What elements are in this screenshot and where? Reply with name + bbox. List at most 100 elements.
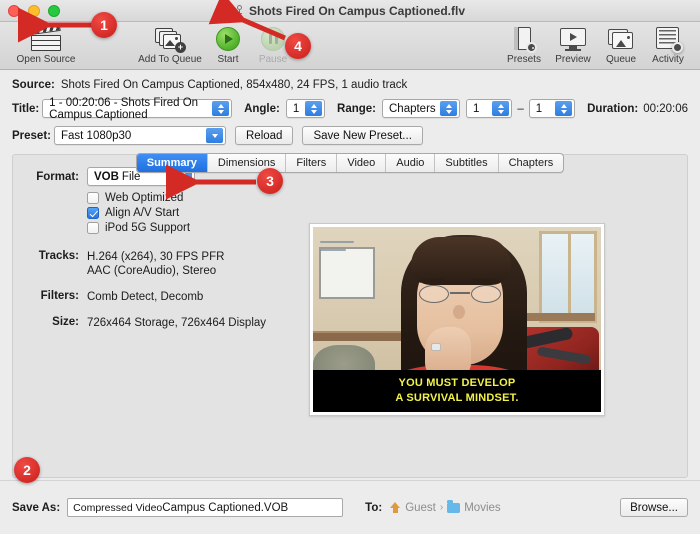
- preview-caption: YOU MUST DEVELOP A SURVIVAL MINDSET.: [313, 370, 601, 412]
- minimize-button[interactable]: [28, 4, 40, 17]
- preset-label: Preset:: [12, 129, 51, 142]
- handbrake-window: Shots Fired On Campus Captioned.flv Open…: [0, 0, 700, 534]
- web-optimized-label: Web Optimized: [105, 192, 184, 204]
- preview-frame-image: YOU MUST DEVELOP A SURVIVAL MINDSET.: [313, 227, 601, 412]
- source-value: Shots Fired On Campus Captioned, 854x480…: [60, 79, 408, 91]
- close-button[interactable]: [8, 4, 20, 17]
- source-label: Source:: [12, 79, 55, 91]
- open-source-button[interactable]: Open Source: [10, 22, 82, 65]
- save-as-field[interactable]: Compressed Video Campus Captioned .VOB: [67, 498, 344, 517]
- queue-icon: [607, 26, 635, 52]
- pause-label: Pause: [258, 54, 288, 65]
- destination-path[interactable]: Guest › Movies: [390, 500, 501, 514]
- chevron-updown-icon: [440, 101, 457, 116]
- badge-2-number: 2: [23, 462, 31, 478]
- queue-button[interactable]: Queue: [598, 22, 644, 65]
- tab-subtitles[interactable]: Subtitles: [435, 154, 499, 172]
- presets-button[interactable]: Presets: [500, 22, 548, 65]
- save-as-extension: .VOB: [260, 501, 289, 514]
- range-type-value: Chapters: [389, 102, 436, 115]
- filters-label: Filters:: [40, 290, 79, 302]
- preset-row: Preset: Fast 1080p30 Reload Save New Pre…: [12, 126, 688, 145]
- save-as-name: Campus Captioned: [162, 501, 261, 514]
- add-to-queue-button[interactable]: + Add To Queue: [134, 22, 206, 65]
- folder-icon: [447, 500, 461, 513]
- angle-label: Angle:: [244, 102, 280, 115]
- filters-value: Comb Detect, Decomb: [87, 291, 204, 303]
- toolbar-right-group: Presets Preview Queue Activity: [500, 22, 692, 65]
- play-icon: [216, 26, 240, 52]
- presets-label: Presets: [507, 54, 541, 65]
- save-new-preset-label: Save New Preset...: [313, 129, 412, 142]
- range-label: Range:: [337, 102, 376, 115]
- annotation-badge-3: 3: [257, 168, 283, 194]
- save-new-preset-button[interactable]: Save New Preset...: [302, 126, 423, 145]
- lock-icon: [235, 4, 244, 17]
- angle-value: 1: [292, 102, 300, 115]
- add-to-queue-icon: +: [155, 26, 186, 53]
- range-end-popup[interactable]: 1: [528, 99, 576, 118]
- browse-label: Browse...: [630, 501, 678, 514]
- home-icon: [390, 502, 401, 513]
- preview-thumbnail[interactable]: YOU MUST DEVELOP A SURVIVAL MINDSET.: [309, 223, 605, 416]
- zoom-button[interactable]: [48, 4, 60, 17]
- web-optimized-checkbox[interactable]: Web Optimized: [87, 192, 673, 204]
- annotation-badge-4: 4: [285, 33, 311, 59]
- save-as-prefix: Compressed Video: [73, 501, 163, 514]
- tab-chapters[interactable]: Chapters: [499, 154, 564, 172]
- tab-video-label: Video: [347, 157, 376, 169]
- pause-icon: [261, 26, 285, 52]
- range-end-value: 1: [535, 102, 543, 115]
- preview-button[interactable]: Preview: [548, 22, 598, 65]
- preset-popup[interactable]: Fast 1080p30: [54, 126, 226, 145]
- chevron-updown-icon: [305, 101, 323, 116]
- tab-audio-label: Audio: [396, 157, 425, 169]
- reload-label: Reload: [246, 129, 283, 142]
- activity-label: Activity: [652, 54, 684, 65]
- tab-strip: Summary Dimensions Filters Video Audio S…: [135, 153, 565, 173]
- range-start-popup[interactable]: 1: [466, 99, 513, 118]
- preset-value: Fast 1080p30: [61, 129, 132, 142]
- tab-dimensions-label: Dimensions: [217, 157, 276, 169]
- title-popup[interactable]: 1 - 00:20:06 - Shots Fired On Campus Cap…: [42, 97, 233, 121]
- tab-chapters-label: Chapters: [508, 157, 554, 169]
- chevron-updown-icon: [212, 101, 230, 116]
- range-dash: –: [517, 102, 524, 115]
- caption-line-1: YOU MUST DEVELOP: [398, 377, 516, 389]
- angle-popup[interactable]: 1: [285, 99, 326, 118]
- activity-icon: [655, 26, 683, 53]
- align-av-start-checkbox[interactable]: Align A/V Start: [87, 207, 673, 219]
- tab-summary[interactable]: Summary: [136, 154, 208, 172]
- start-button[interactable]: Start: [206, 22, 250, 65]
- save-as-label: Save As:: [12, 501, 61, 514]
- tab-video[interactable]: Video: [337, 154, 387, 172]
- tracks-line-1: H.264 (x264), 30 FPS PFR: [87, 251, 225, 263]
- traffic-lights: [0, 4, 60, 17]
- badge-4-number: 4: [294, 38, 302, 54]
- activity-button[interactable]: Activity: [644, 22, 692, 65]
- tracks-line-2: AAC (CoreAudio), Stereo: [87, 265, 217, 277]
- tracks-value: H.264 (x264), 30 FPS PFR AAC (CoreAudio)…: [87, 250, 224, 278]
- browse-button[interactable]: Browse...: [620, 498, 688, 517]
- path-home-label: Guest: [405, 501, 436, 514]
- tab-bar: Summary Dimensions Filters Video Audio S…: [0, 153, 700, 173]
- tab-filters[interactable]: Filters: [286, 154, 338, 172]
- source-row: Source: Shots Fired On Campus Captioned,…: [12, 79, 688, 91]
- chevron-down-icon: [206, 128, 223, 143]
- open-source-label: Open Source: [16, 54, 76, 65]
- reload-button[interactable]: Reload: [235, 126, 294, 145]
- range-type-popup[interactable]: Chapters: [382, 99, 460, 118]
- summary-panel: Format: VOB File Web Optimized Align A/V…: [12, 154, 688, 478]
- save-as-bar: Save As: Compressed Video Campus Caption…: [0, 480, 700, 534]
- chevron-updown-icon: [492, 101, 510, 116]
- start-label: Start: [217, 54, 239, 65]
- size-value: 726x464 Storage, 726x464 Display: [87, 317, 267, 329]
- path-folder-label: Movies: [464, 501, 501, 514]
- duration-value: 00:20:06: [643, 102, 688, 115]
- source-form: Source: Shots Fired On Campus Captioned,…: [0, 70, 700, 145]
- annotation-badge-2: 2: [14, 457, 40, 483]
- title-row: Title: 1 - 00:20:06 - Shots Fired On Cam…: [12, 97, 688, 121]
- queue-label: Queue: [605, 54, 637, 65]
- tab-audio[interactable]: Audio: [386, 154, 436, 172]
- ipod-5g-support-label: iPod 5G Support: [105, 222, 191, 234]
